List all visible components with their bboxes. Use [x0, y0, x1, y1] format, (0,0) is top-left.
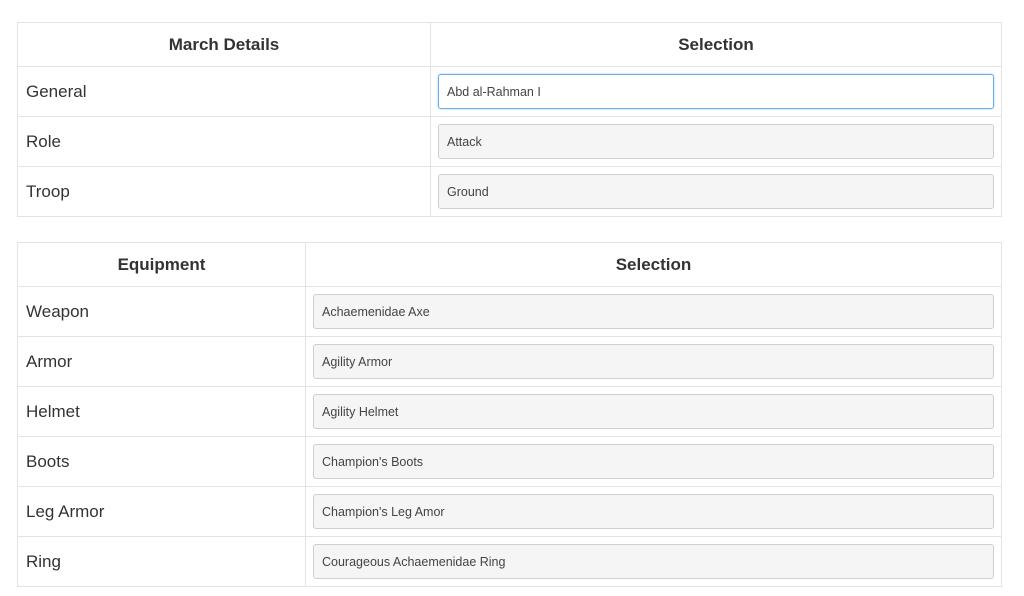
equipment-header-row: Equipment Selection — [18, 243, 1001, 286]
boots-row: Boots Champion's Boots — [18, 436, 1001, 486]
weapon-row: Weapon Achaemenidae Axe — [18, 286, 1001, 336]
role-label: Role — [18, 117, 431, 166]
ring-select[interactable]: Courageous Achaemenidae Ring — [313, 544, 994, 579]
armor-row: Armor Agility Armor — [18, 336, 1001, 386]
helmet-label: Helmet — [18, 387, 306, 436]
weapon-label: Weapon — [18, 287, 306, 336]
general-row: General Abd al-Rahman I — [18, 66, 1001, 116]
leg-armor-label: Leg Armor — [18, 487, 306, 536]
general-label: General — [18, 67, 431, 116]
ring-row: Ring Courageous Achaemenidae Ring — [18, 536, 1001, 586]
boots-select[interactable]: Champion's Boots — [313, 444, 994, 479]
boots-label: Boots — [18, 437, 306, 486]
equipment-table: Equipment Selection Weapon Achaemenidae … — [17, 242, 1002, 587]
equipment-column-header: Equipment — [18, 243, 306, 286]
troop-row: Troop Ground — [18, 166, 1001, 216]
general-select[interactable]: Abd al-Rahman I — [438, 74, 994, 109]
leg-armor-select[interactable]: Champion's Leg Amor — [313, 494, 994, 529]
leg-armor-row: Leg Armor Champion's Leg Amor — [18, 486, 1001, 536]
march-details-column-header: March Details — [18, 23, 431, 66]
troop-label: Troop — [18, 167, 431, 216]
helmet-row: Helmet Agility Helmet — [18, 386, 1001, 436]
armor-select[interactable]: Agility Armor — [313, 344, 994, 379]
weapon-select[interactable]: Achaemenidae Axe — [313, 294, 994, 329]
role-select[interactable]: Attack — [438, 124, 994, 159]
equipment-selection-column-header: Selection — [615, 254, 692, 274]
march-details-table: March Details Selection General Abd al-R… — [17, 22, 1002, 217]
armor-label: Armor — [18, 337, 306, 386]
troop-select[interactable]: Ground — [438, 174, 994, 209]
march-details-header-row: March Details Selection — [18, 23, 1001, 66]
march-selection-column-header: Selection — [678, 34, 754, 54]
helmet-select[interactable]: Agility Helmet — [313, 394, 994, 429]
role-row: Role Attack — [18, 116, 1001, 166]
ring-label: Ring — [18, 537, 306, 586]
